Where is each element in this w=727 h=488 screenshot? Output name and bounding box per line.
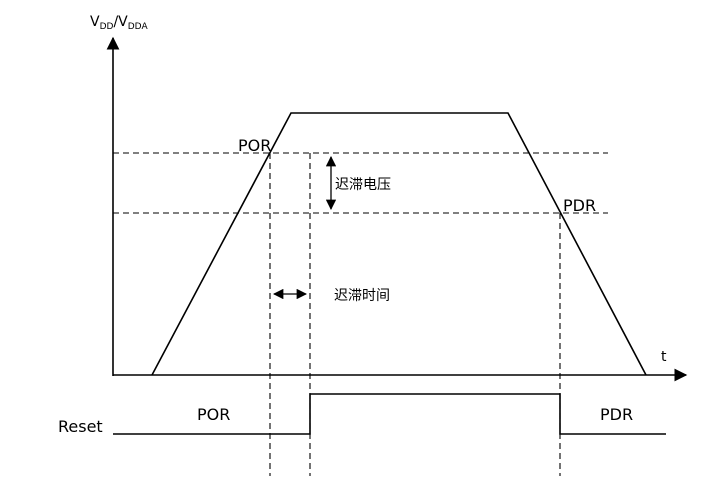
power-on-reset-diagram: VDD/VDDA t POR PDR 迟滞电压 迟滞时间 Reset POR P… bbox=[58, 14, 688, 476]
reset-label: Reset bbox=[58, 417, 103, 436]
reset-waveform bbox=[113, 393, 666, 435]
y-axis-label: VDD/VDDA bbox=[90, 14, 148, 32]
por-label: POR bbox=[238, 136, 271, 155]
supply-voltage-curve bbox=[151, 112, 647, 376]
x-axis-label: t bbox=[661, 349, 667, 365]
pdr-label: PDR bbox=[563, 196, 596, 215]
reset-por-label: POR bbox=[197, 405, 230, 424]
reset-pdr-label: PDR bbox=[600, 405, 633, 424]
hysteresis-time-label: 迟滞时间 bbox=[334, 288, 390, 304]
hysteresis-voltage-label: 迟滞电压 bbox=[335, 177, 391, 193]
